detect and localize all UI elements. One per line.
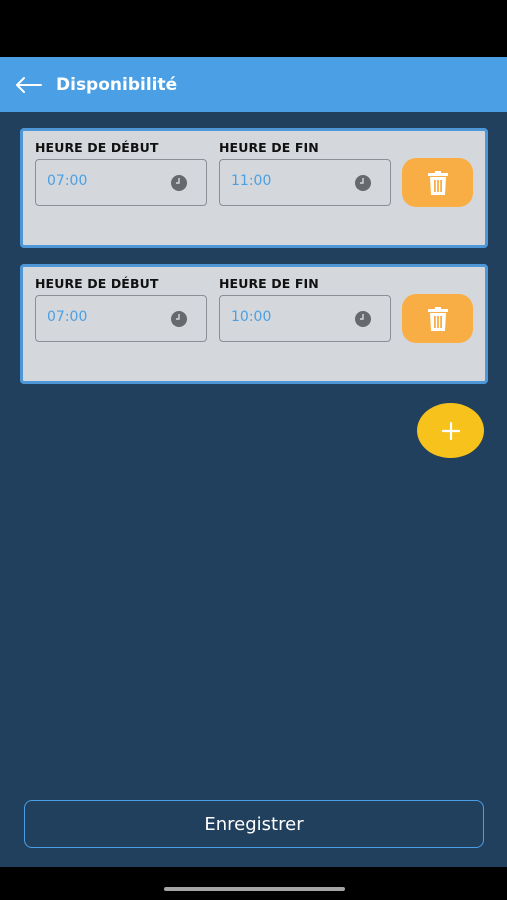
start-time-field[interactable]: 07:00 — [35, 295, 207, 342]
clock-icon — [355, 175, 371, 191]
start-time-label: HEURE DE DÉBUT — [35, 276, 159, 291]
trash-icon — [427, 170, 448, 195]
end-time-value: 11:00 — [231, 173, 272, 189]
trash-icon — [427, 306, 448, 331]
start-time-value: 07:00 — [47, 309, 88, 325]
system-nav-bar — [0, 867, 507, 900]
start-time-value: 07:00 — [47, 173, 88, 189]
end-time-label: HEURE DE FIN — [219, 140, 319, 155]
clock-icon — [355, 311, 371, 327]
end-time-field[interactable]: 10:00 — [219, 295, 391, 342]
save-button[interactable]: Enregistrer — [24, 800, 484, 848]
add-slot-button[interactable] — [417, 403, 484, 458]
home-indicator[interactable] — [164, 887, 345, 891]
start-time-field[interactable]: 07:00 — [35, 159, 207, 206]
delete-slot-button[interactable] — [402, 158, 473, 207]
time-slot-card: HEURE DE DÉBUT HEURE DE FIN 07:00 10:00 — [20, 264, 488, 384]
plus-icon — [441, 421, 460, 440]
status-bar — [0, 0, 507, 57]
page-title: Disponibilité — [56, 74, 178, 95]
end-time-label: HEURE DE FIN — [219, 276, 319, 291]
end-time-value: 10:00 — [231, 309, 272, 325]
app-bar: Disponibilité — [0, 57, 507, 112]
back-button[interactable] — [0, 57, 56, 112]
main-content: HEURE DE DÉBUT HEURE DE FIN 07:00 11:00 — [0, 112, 507, 867]
clock-icon — [171, 311, 187, 327]
delete-slot-button[interactable] — [402, 294, 473, 343]
time-slot-card: HEURE DE DÉBUT HEURE DE FIN 07:00 11:00 — [20, 128, 488, 248]
clock-icon — [171, 175, 187, 191]
start-time-label: HEURE DE DÉBUT — [35, 140, 159, 155]
arrow-left-icon — [16, 76, 42, 93]
end-time-field[interactable]: 11:00 — [219, 159, 391, 206]
